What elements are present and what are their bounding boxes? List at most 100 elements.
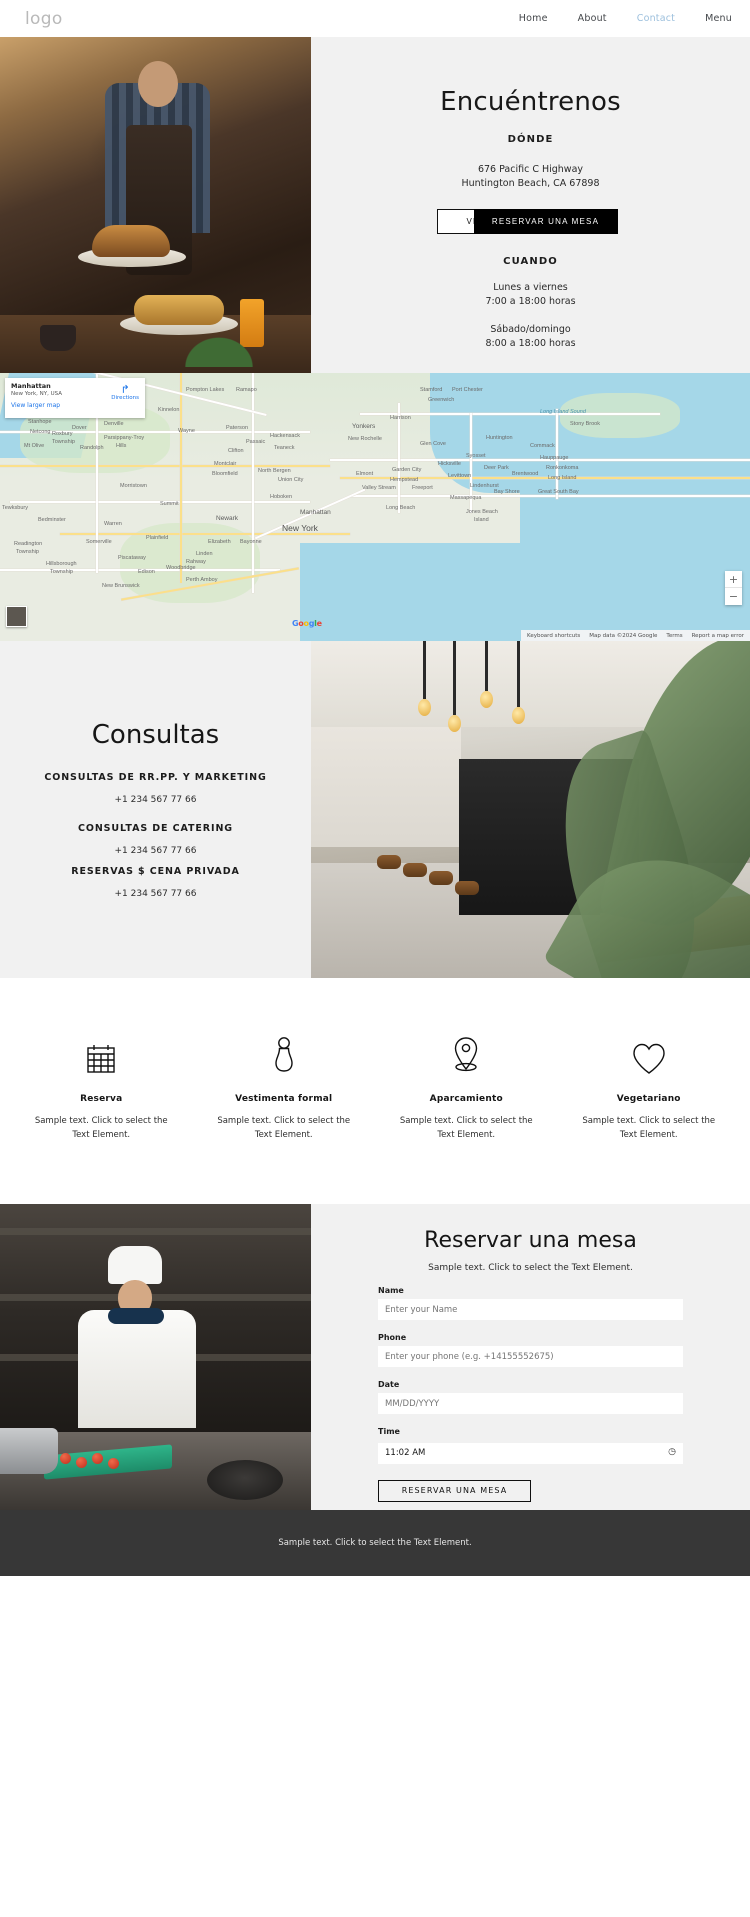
nav-item-about[interactable]: About: [578, 13, 607, 24]
map-place-label: Township: [52, 439, 75, 445]
feature-reserva: Reserva Sample text. Click to select the…: [10, 1034, 193, 1142]
page-title: Encuéntrenos: [440, 87, 621, 117]
map-place-label: Teaneck: [274, 445, 295, 451]
map-place-label: Hillsborough: [46, 561, 77, 567]
where-label: DÓNDE: [507, 134, 554, 145]
google-logo: Google: [292, 619, 322, 628]
map-place-label: Island: [474, 517, 489, 523]
hero-section: Encuéntrenos DÓNDE 676 Pacific C Highway…: [0, 37, 750, 373]
map-place-label: Lindenhurst: [470, 483, 499, 489]
map-place-label: Kinnelon: [158, 407, 180, 413]
consultas-label-1: CONSULTAS DE CATERING: [77, 823, 234, 834]
map-place-label: Commack: [530, 443, 555, 449]
map-place-label: Pompton Lakes: [186, 387, 225, 393]
map-place-label: Harrison: [390, 415, 411, 421]
map-place-label: Syosset: [466, 453, 486, 459]
clock-icon[interactable]: ◷: [668, 1447, 676, 1457]
main-nav: Home About Contact Menu: [519, 13, 732, 24]
map-place-label: Stamford: [420, 387, 443, 393]
consultas-phone-1[interactable]: +1 234 567 77 66: [115, 846, 197, 856]
map-data-text: Map data ©2024 Google: [589, 632, 658, 639]
date-input[interactable]: [378, 1393, 683, 1414]
street-view-thumbnail[interactable]: [6, 606, 27, 627]
map-place-label: Garden City: [392, 467, 422, 473]
consultas-phone-2[interactable]: +1 234 567 77 66: [115, 889, 197, 899]
consultas-phone-0[interactable]: +1 234 567 77 66: [115, 795, 197, 805]
map-directions-button[interactable]: ↱ Directions: [111, 384, 139, 401]
map-place-label: Jones Beach: [466, 509, 498, 515]
map-place-label: New Brunswick: [102, 583, 140, 589]
map-place-label: Huntington: [486, 435, 513, 441]
site-logo[interactable]: logo: [25, 9, 63, 29]
map-info-card[interactable]: Manhattan New York, NY, USA View larger …: [5, 378, 145, 418]
map-place-label: Hoboken: [270, 494, 293, 500]
name-label: Name: [378, 1286, 404, 1295]
map-place-label: Randolph: [80, 445, 104, 451]
map-place-label: Valley Stream: [362, 485, 396, 491]
map-place-label: Ramapo: [236, 387, 257, 393]
map-place-label: Long Island Sound: [540, 409, 586, 415]
book-table-button-hero[interactable]: RESERVAR UNA MESA: [473, 209, 618, 234]
map-place-label: Long Island: [548, 475, 577, 481]
book-table-submit-button[interactable]: RESERVAR UNA MESA: [378, 1479, 531, 1502]
terms-link[interactable]: Terms: [666, 633, 682, 639]
map-place-label: Edison: [138, 569, 155, 575]
view-larger-map-link[interactable]: View larger map: [11, 402, 139, 409]
map-place-label: Hackensack: [270, 433, 300, 439]
map-place-label: Yonkers: [352, 423, 376, 430]
map-place-label: Morristown: [120, 483, 147, 489]
map-place-label: Passaic: [246, 439, 266, 445]
map-place-label: Plainfield: [146, 535, 169, 541]
map-place-label: Bayonne: [240, 539, 262, 545]
map-place-label: Union City: [278, 477, 304, 483]
map-place-label: Township: [50, 569, 73, 575]
map-place-label: New York: [282, 523, 318, 533]
map-place-label: Bay Shore: [494, 489, 520, 495]
consultas-text-panel: Consultas CONSULTAS DE RR.PP. Y MARKETIN…: [0, 641, 311, 978]
map-place-label: Greenwich: [428, 397, 455, 403]
nav-item-home[interactable]: Home: [519, 13, 548, 24]
weekend-hours: 8:00 a 18:00 horas: [485, 338, 576, 349]
map-place-label: Ronkonkoma: [546, 465, 579, 471]
feature-title: Aparcamiento: [429, 1094, 503, 1104]
map-place-label: Great South Bay: [538, 489, 579, 495]
map-place-label: New Rochelle: [348, 436, 382, 442]
map-section[interactable]: Manhattan New York Newark Yonkers New Rochel…: [0, 373, 750, 641]
keyboard-shortcuts-link[interactable]: Keyboard shortcuts: [527, 633, 580, 639]
nav-item-contact[interactable]: Contact: [637, 13, 675, 24]
map-place-label: Montclair: [214, 461, 237, 467]
feature-text: Sample text. Click to select the Text El…: [582, 1116, 716, 1140]
name-input[interactable]: [378, 1299, 683, 1320]
time-field-wrapper: ◷: [378, 1440, 683, 1464]
feature-title: Vestimenta formal: [235, 1094, 333, 1104]
hero-button-row: VER RESERVAR UNA MESA: [381, 209, 681, 234]
date-label: Date: [378, 1380, 400, 1389]
map-place-label: Wayne: [178, 428, 195, 434]
map-place-label: Newark: [216, 515, 239, 522]
map-place-label: Elizabeth: [208, 539, 231, 545]
map-place-label: Readington: [14, 541, 43, 547]
consultas-section: Consultas CONSULTAS DE RR.PP. Y MARKETIN…: [0, 641, 750, 978]
map-place-label: Summit: [160, 501, 179, 507]
map-zoom-controls[interactable]: + −: [725, 571, 742, 605]
phone-input[interactable]: [378, 1346, 683, 1367]
nav-item-menu[interactable]: Menu: [705, 13, 732, 24]
feature-text: Sample text. Click to select the Text El…: [399, 1116, 533, 1140]
feature-text: Sample text. Click to select the Text El…: [217, 1116, 351, 1140]
map-place-label: Deer Park: [484, 465, 509, 471]
heart-icon: [631, 1034, 667, 1076]
feature-title: Vegetariano: [616, 1094, 681, 1104]
site-header: logo Home About Contact Menu: [0, 0, 750, 37]
map-place-label: Mt Olive: [24, 443, 45, 449]
time-input[interactable]: [378, 1442, 683, 1464]
map-place-label: Piscataway: [118, 555, 146, 561]
report-map-error-link[interactable]: Report a map error: [692, 633, 744, 639]
map-zoom-in-button[interactable]: +: [725, 571, 742, 588]
person-dress-icon: [267, 1034, 301, 1076]
map-zoom-out-button[interactable]: −: [725, 588, 742, 605]
map-place-label: Netcong: [30, 429, 51, 435]
map-place-label: North Bergen: [258, 468, 291, 474]
consultas-label-0: CONSULTAS DE RR.PP. Y MARKETING: [44, 772, 267, 783]
footer-text: Sample text. Click to select the Text El…: [278, 1538, 472, 1548]
reservation-photo: [0, 1204, 311, 1510]
